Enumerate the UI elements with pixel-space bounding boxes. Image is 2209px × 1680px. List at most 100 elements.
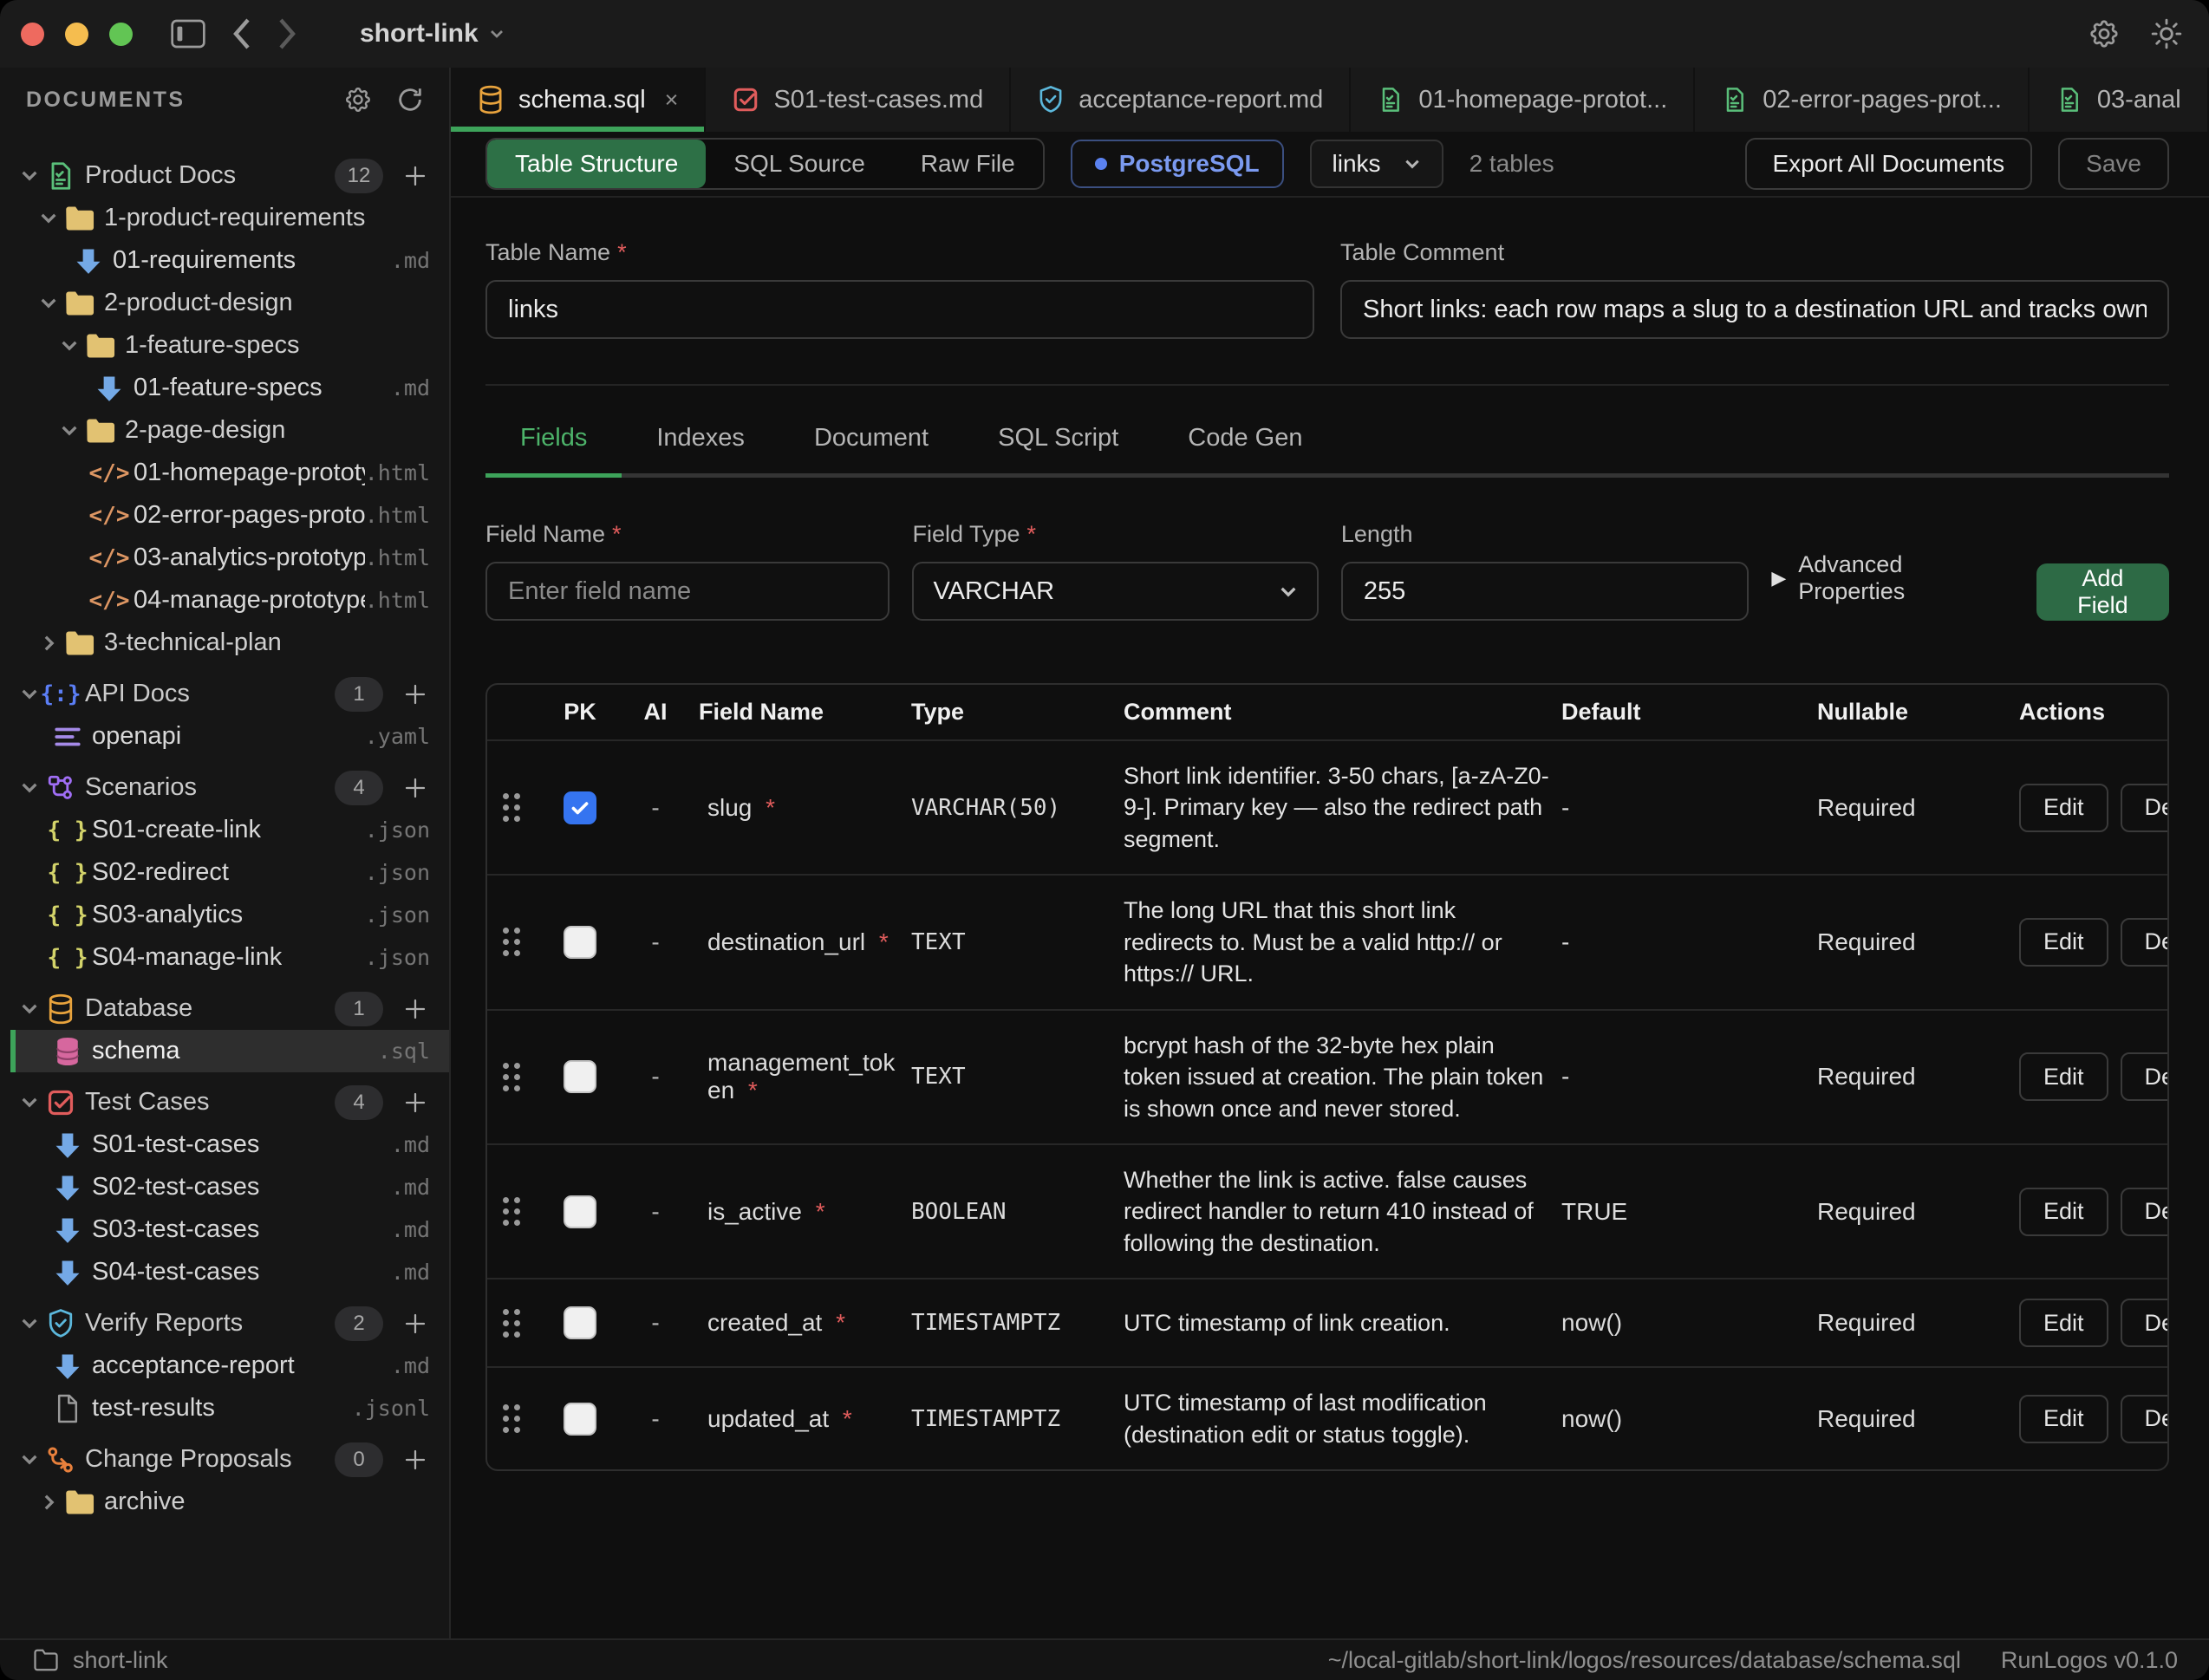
chevron-down-icon[interactable] — [16, 781, 43, 794]
sidebar-item-schema[interactable]: schema.sql — [10, 1030, 449, 1072]
tab-03-anal[interactable]: 03-anal — [2030, 68, 2209, 132]
chevron-down-icon[interactable] — [16, 1317, 43, 1330]
pk-checkbox-unchecked[interactable] — [564, 1306, 596, 1339]
chevron-down-icon[interactable] — [16, 1002, 43, 1015]
edit-field-button[interactable]: Edit — [2019, 1188, 2108, 1236]
tab-s01-test-cases-md[interactable]: S01-test-cases.md — [706, 68, 1011, 132]
sidebar-item-02-error-pages-proto-[interactable]: </>02-error-pages-proto....html — [0, 494, 449, 537]
sidebar-item-s04-test-cases[interactable]: S04-test-cases.md — [0, 1251, 449, 1293]
subtab-fields[interactable]: Fields — [485, 424, 622, 478]
window-title[interactable]: short-link — [360, 19, 505, 49]
chevron-right-icon[interactable] — [35, 634, 62, 653]
chevron-down-icon[interactable] — [55, 424, 83, 437]
sidebar-item-archive[interactable]: archive — [0, 1481, 449, 1523]
delete-field-button[interactable]: Delete — [2121, 918, 2169, 967]
field-type-select[interactable]: VARCHAR — [912, 562, 1318, 621]
sidebar-item-s01-test-cases[interactable]: S01-test-cases.md — [0, 1123, 449, 1166]
close-window-button[interactable] — [21, 23, 44, 46]
tab-schema-sql[interactable]: schema.sql× — [451, 68, 706, 132]
chevron-down-icon[interactable] — [16, 169, 43, 182]
sidebar-item-2-product-design[interactable]: 2-product-design — [0, 282, 449, 324]
export-all-documents-button[interactable]: Export All Documents — [1745, 138, 2033, 190]
sidebar-item-01-feature-specs[interactable]: 01-feature-specs.md — [0, 367, 449, 409]
add-item-plus-icon[interactable] — [402, 163, 428, 189]
drag-handle-icon[interactable] — [503, 928, 520, 956]
tab-acceptance-report-md[interactable]: acceptance-report.md — [1011, 68, 1351, 132]
table-comment-input[interactable] — [1340, 280, 2169, 339]
pk-checkbox-unchecked[interactable] — [564, 1403, 596, 1436]
table-selector-dropdown[interactable]: links — [1310, 140, 1443, 188]
subtab-document[interactable]: Document — [779, 424, 963, 478]
chevron-down-icon[interactable] — [16, 687, 43, 700]
subtab-sql-script[interactable]: SQL Script — [963, 424, 1153, 478]
sidebar-section-database[interactable]: Database1 — [0, 987, 449, 1030]
chevron-right-icon[interactable] — [35, 1493, 62, 1512]
subtab-indexes[interactable]: Indexes — [622, 424, 779, 478]
sidebar-item-s01-create-link[interactable]: { }S01-create-link.json — [0, 809, 449, 851]
sidebar-item-01-requirements[interactable]: 01-requirements.md — [0, 239, 449, 282]
chevron-down-icon[interactable] — [55, 339, 83, 352]
drag-handle-icon[interactable] — [503, 1197, 520, 1226]
sidebar-item-3-technical-plan[interactable]: 3-technical-plan — [0, 622, 449, 664]
chevron-down-icon[interactable] — [35, 212, 62, 225]
sidebar-item-s03-analytics[interactable]: { }S03-analytics.json — [0, 894, 449, 936]
theme-sun-icon[interactable] — [2150, 17, 2183, 50]
refresh-icon[interactable] — [395, 85, 425, 114]
view-mode-raw-file[interactable]: Raw File — [893, 140, 1043, 188]
sidebar-item-test-results[interactable]: test-results.jsonl — [0, 1387, 449, 1429]
forward-icon[interactable] — [277, 16, 299, 51]
sidebar-settings-gear-icon[interactable] — [343, 85, 373, 114]
delete-field-button[interactable]: Delete — [2121, 784, 2169, 832]
settings-gear-icon[interactable] — [2088, 17, 2121, 50]
add-item-plus-icon[interactable] — [402, 1311, 428, 1337]
sidebar-item-03-analytics-prototype[interactable]: </>03-analytics-prototype.html — [0, 537, 449, 579]
drag-handle-icon[interactable] — [503, 1404, 520, 1433]
delete-field-button[interactable]: Delete — [2121, 1299, 2169, 1347]
add-item-plus-icon[interactable] — [402, 775, 428, 801]
back-icon[interactable] — [230, 16, 252, 51]
close-tab-icon[interactable]: × — [665, 87, 679, 114]
add-item-plus-icon[interactable] — [402, 1447, 428, 1473]
add-item-plus-icon[interactable] — [402, 1090, 428, 1116]
add-item-plus-icon[interactable] — [402, 996, 428, 1022]
sidebar-section-verify-reports[interactable]: Verify Reports2 — [0, 1302, 449, 1345]
sidebar-item-04-manage-prototype[interactable]: </>04-manage-prototype.html — [0, 579, 449, 622]
chevron-down-icon[interactable] — [16, 1453, 43, 1466]
sidebar-item-s04-manage-link[interactable]: { }S04-manage-link.json — [0, 936, 449, 979]
add-field-button[interactable]: Add Field — [2036, 563, 2169, 621]
drag-handle-icon[interactable] — [503, 1063, 520, 1091]
add-item-plus-icon[interactable] — [402, 681, 428, 707]
view-mode-table-structure[interactable]: Table Structure — [487, 140, 706, 188]
chevron-down-icon[interactable] — [35, 296, 62, 309]
length-input[interactable] — [1341, 562, 1749, 621]
delete-field-button[interactable]: Delete — [2121, 1052, 2169, 1101]
sidebar-section-test-cases[interactable]: Test Cases4 — [0, 1081, 449, 1123]
save-button[interactable]: Save — [2058, 138, 2169, 190]
pk-checkbox-unchecked[interactable] — [564, 926, 596, 959]
sidebar-section-scenarios[interactable]: Scenarios4 — [0, 766, 449, 809]
pk-checkbox-checked[interactable] — [564, 791, 596, 824]
maximize-window-button[interactable] — [109, 23, 133, 46]
drag-handle-icon[interactable] — [503, 1309, 520, 1338]
sidebar-item-1-feature-specs[interactable]: 1-feature-specs — [0, 324, 449, 367]
drag-handle-icon[interactable] — [503, 793, 520, 822]
sidebar-section-api-docs[interactable]: {:}API Docs1 — [0, 673, 449, 715]
edit-field-button[interactable]: Edit — [2019, 1052, 2108, 1101]
field-name-input[interactable] — [485, 562, 889, 621]
view-mode-sql-source[interactable]: SQL Source — [706, 140, 892, 188]
pk-checkbox-unchecked[interactable] — [564, 1060, 596, 1093]
edit-field-button[interactable]: Edit — [2019, 1299, 2108, 1347]
sidebar-item-s02-test-cases[interactable]: S02-test-cases.md — [0, 1166, 449, 1208]
sidebar-item-s02-redirect[interactable]: { }S02-redirect.json — [0, 851, 449, 894]
edit-field-button[interactable]: Edit — [2019, 784, 2108, 832]
tab-01-homepage-protot-[interactable]: 01-homepage-protot... — [1351, 68, 1695, 132]
sidebar-item-1-product-requirements[interactable]: 1-product-requirements — [0, 197, 449, 239]
advanced-properties-toggle[interactable]: ▶ Advanced Properties — [1771, 551, 2013, 621]
sidebar-toggle-icon[interactable] — [171, 19, 205, 49]
sidebar-item-01-homepage-prototy-[interactable]: </>01-homepage-prototy....html — [0, 452, 449, 494]
pk-checkbox-unchecked[interactable] — [564, 1195, 596, 1228]
sidebar-item-2-page-design[interactable]: 2-page-design — [0, 409, 449, 452]
table-name-input[interactable] — [485, 280, 1314, 339]
sidebar-section-product-docs[interactable]: Product Docs12 — [0, 154, 449, 197]
sidebar-item-acceptance-report[interactable]: acceptance-report.md — [0, 1345, 449, 1387]
